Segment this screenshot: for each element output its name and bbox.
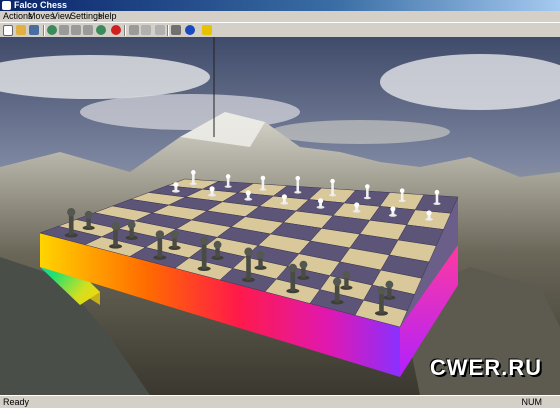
app-icon [2, 1, 11, 10]
pause-icon[interactable] [129, 25, 139, 35]
menu-help[interactable]: Help [98, 11, 117, 22]
toolbar [0, 22, 560, 38]
stop-icon[interactable] [111, 25, 121, 35]
status-num: NUM [521, 397, 543, 407]
open-icon[interactable] [16, 25, 26, 35]
menu-view[interactable]: View [52, 11, 71, 22]
toolbar-separator [43, 25, 45, 36]
new-game-icon[interactable] [3, 25, 13, 36]
window-title: Falco Chess [14, 0, 68, 10]
status-text: Ready [3, 397, 30, 407]
status-bar: Ready NUM [0, 395, 560, 408]
menu-moves[interactable]: Moves [28, 11, 55, 22]
cloud [270, 120, 450, 144]
play-icon[interactable] [71, 25, 81, 35]
flip-board-icon[interactable] [141, 25, 151, 35]
undo-all-icon[interactable] [47, 25, 57, 35]
toolbar-separator [124, 25, 126, 36]
save-icon[interactable] [29, 25, 39, 35]
analyze-icon[interactable] [185, 25, 195, 35]
scene-svg [0, 37, 560, 395]
redo-all-icon[interactable] [96, 25, 106, 35]
undo-icon[interactable] [59, 25, 69, 35]
title-bar: Falco Chess [0, 0, 560, 11]
go-icon[interactable] [171, 25, 181, 35]
hint-icon[interactable] [155, 25, 165, 35]
help-icon[interactable] [202, 25, 212, 35]
toolbar-separator [167, 25, 169, 36]
redo-icon[interactable] [83, 25, 93, 35]
chess-3d-view[interactable]: CWER.RU [0, 37, 560, 395]
watermark: CWER.RU [429, 355, 542, 380]
